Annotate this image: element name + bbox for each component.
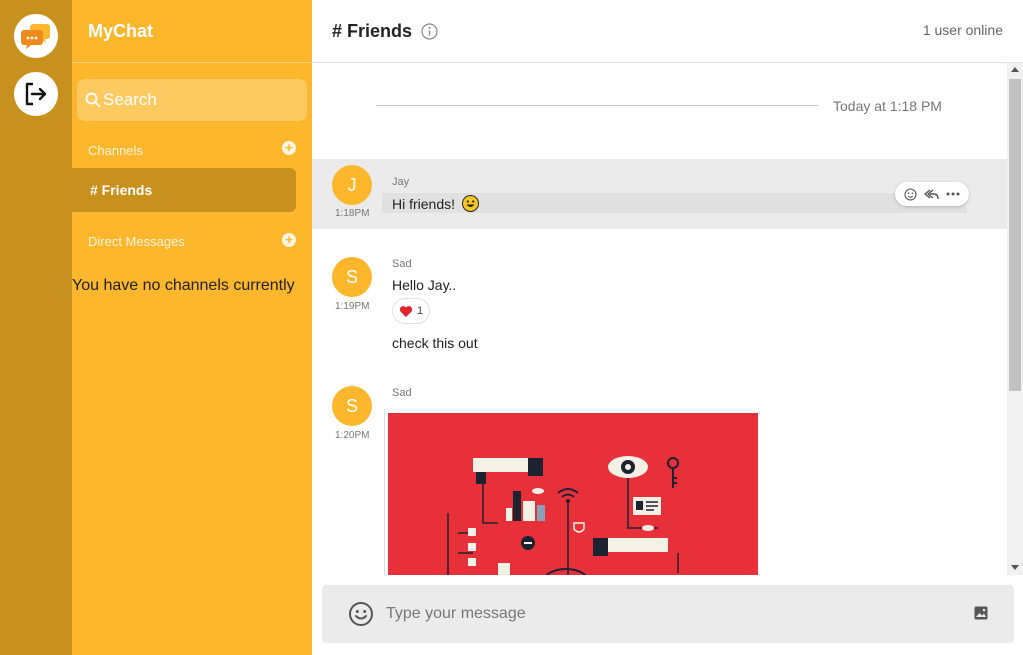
message-actions	[895, 182, 969, 206]
more-options-icon[interactable]	[946, 192, 960, 196]
message-scrollbar[interactable]	[1007, 63, 1023, 575]
chat-home-button[interactable]	[14, 14, 58, 58]
attachment-border	[384, 409, 385, 575]
scroll-up-arrow[interactable]	[1011, 67, 1019, 72]
channel-header: # Friends 1 user online	[312, 0, 1023, 63]
add-reaction-icon[interactable]	[904, 187, 917, 201]
image-upload-icon[interactable]	[974, 606, 988, 620]
search-icon	[85, 92, 101, 108]
reaction-count: 1	[417, 305, 424, 317]
add-direct-message-button[interactable]: +	[282, 233, 296, 247]
search-box[interactable]	[77, 79, 307, 121]
reply-icon[interactable]	[924, 188, 939, 201]
date-separator: Today at 1:18 PM	[833, 98, 942, 114]
info-icon[interactable]	[421, 23, 438, 40]
avatar[interactable]: S	[332, 386, 372, 426]
plus-icon: +	[285, 232, 293, 247]
message-author: Sad	[392, 387, 412, 399]
add-channel-button[interactable]: +	[282, 141, 296, 155]
message-time: 1:19PM	[335, 301, 370, 312]
empty-channels-text: You have no channels currently	[72, 277, 295, 294]
logout-button[interactable]	[14, 72, 58, 116]
scroll-down-arrow[interactable]	[1011, 565, 1019, 570]
surveillance-illustration	[388, 413, 758, 575]
sidebar-divider	[72, 62, 312, 63]
sidebar-item-friends[interactable]: # Friends	[72, 168, 296, 212]
channels-section-label: Channels	[88, 143, 143, 158]
page-title: # Friends	[332, 21, 413, 41]
message-input[interactable]	[386, 605, 946, 623]
message-time: 1:20PM	[335, 430, 370, 441]
app-title: MyChat	[88, 21, 154, 41]
reaction-chip[interactable]: 1	[392, 298, 431, 324]
message-time: 1:18PM	[335, 208, 370, 219]
message-list[interactable]: Today at 1:18 PM J 1:18PM Jay Hi friends…	[312, 63, 1007, 575]
plus-icon: +	[285, 140, 293, 155]
message-text: Hello Jay..	[392, 277, 457, 293]
avatar[interactable]: S	[332, 257, 372, 297]
search-input[interactable]	[103, 90, 293, 110]
message-text-row: Hi friends!	[392, 195, 479, 212]
online-status: 1 user online	[922, 22, 1003, 38]
image-attachment[interactable]	[388, 413, 758, 575]
logout-icon	[25, 82, 47, 106]
message-composer	[322, 585, 1014, 643]
date-separator-line	[376, 105, 819, 106]
emoji-picker-icon[interactable]	[348, 601, 374, 627]
message-text: Hi friends!	[392, 196, 456, 212]
scroll-thumb[interactable]	[1009, 79, 1021, 391]
red-heart-icon	[399, 305, 413, 317]
channel-sidebar: MyChat Channels + # Friends Direct Messa…	[72, 0, 312, 655]
message-author: Jay	[392, 176, 410, 188]
app-rail	[0, 0, 72, 655]
chat-bubbles-icon	[21, 24, 50, 49]
message-text: check this out	[392, 335, 478, 351]
avatar[interactable]: J	[332, 165, 372, 205]
message-author: Sad	[392, 258, 412, 270]
direct-messages-section-label: Direct Messages	[88, 234, 185, 249]
grinning-face-emoji-icon	[461, 195, 479, 212]
